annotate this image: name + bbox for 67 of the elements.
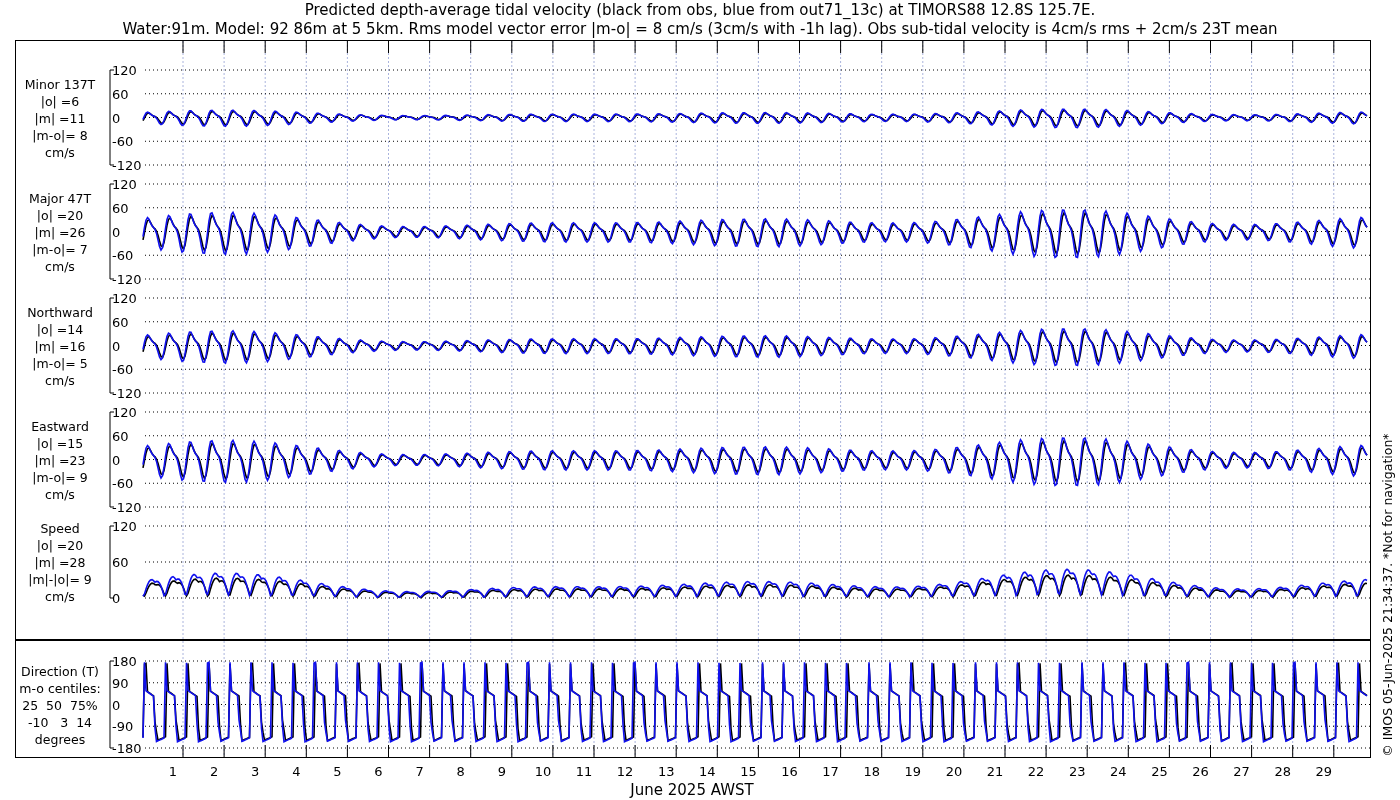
x-tick-label: 15 <box>740 764 757 779</box>
panel-label: Northward |o| =14 |m| =16 |m-o|= 5 cm/s <box>27 304 93 388</box>
y-tick-label: -60 <box>112 476 134 492</box>
x-tick-label: 16 <box>781 764 798 779</box>
x-tick-label: 19 <box>904 764 922 779</box>
y-tick-label: 120 <box>112 63 137 78</box>
x-tick-label: 23 <box>1068 764 1086 779</box>
y-tick-label: 120 <box>112 405 137 420</box>
x-tick-label: 6 <box>374 764 383 779</box>
x-tick-label: 24 <box>1110 764 1127 779</box>
panel-label: Speed |o| =20 |m| =28 |m|-|o|= 9 cm/s <box>28 521 92 604</box>
x-tick-label: 27 <box>1233 764 1250 779</box>
x-tick-label: 13 <box>657 764 675 779</box>
x-tick-label: 12 <box>616 764 634 779</box>
x-tick-label: 29 <box>1315 764 1333 779</box>
x-tick-label: 28 <box>1274 764 1291 779</box>
y-tick-label: 0 <box>112 591 121 606</box>
panel-label: Minor 137T |o| =6 |m| =11 |m-o|= 8 cm/s <box>24 76 96 160</box>
y-tick-label: 0 <box>112 110 121 126</box>
x-tick-label: 1 <box>168 764 178 779</box>
y-tick-label: -120 <box>112 158 142 173</box>
y-tick-label: 0 <box>112 452 121 468</box>
y-tick-label: -60 <box>112 362 134 378</box>
x-tick-label: 9 <box>497 764 506 779</box>
x-tick-label: 2 <box>209 764 219 779</box>
y-tick-label: 60 <box>112 200 129 216</box>
copyright-note: © IMOS 05-Jun-2025 21:34:37. *Not for navigation* <box>1380 433 1395 757</box>
x-tick-label: 21 <box>986 764 1004 779</box>
y-tick-label: 0 <box>112 338 121 354</box>
y-tick-label: -180 <box>112 741 142 756</box>
y-tick-label: 60 <box>112 555 129 570</box>
y-tick-label: 120 <box>112 177 137 192</box>
x-tick-label: 26 <box>1192 764 1209 779</box>
y-tick-label: 120 <box>112 519 137 534</box>
y-tick-label: -120 <box>112 500 142 515</box>
y-tick-label: 120 <box>112 291 137 306</box>
panel-label: Direction (T) m-o centiles: 25 50 75% -10 3 14 degrees <box>19 663 101 747</box>
x-tick-label: 8 <box>456 764 465 779</box>
x-tick-label: 5 <box>333 764 342 779</box>
x-tick-label: 7 <box>415 764 424 779</box>
y-tick-label: -120 <box>112 272 142 287</box>
chart-title: Predicted depth-average tidal velocity (black from obs, blue from out71_13c) at TIMORS88 12.8S 125.7E. <box>304 1 1096 19</box>
y-tick-label: 0 <box>112 697 121 713</box>
y-tick-label: 60 <box>112 86 129 102</box>
y-tick-label: -60 <box>112 134 134 150</box>
y-tick-label: 180 <box>112 654 137 669</box>
x-tick-label: 22 <box>1027 764 1045 779</box>
panel-label: Major 47T |o| =20 |m| =26 |m-o|= 7 cm/s <box>28 190 92 274</box>
chart-title: Water:91m. Model: 92 86m at 5 5km. Rms model vector error |m-o| = 8 cm/s (3cm/s with -1h lag). Obs sub-tidal velocity is 4cm/s rms + 2cm/s 23T mean <box>122 20 1278 38</box>
x-tick-label: 3 <box>251 764 260 779</box>
x-tick-label: 14 <box>699 764 716 779</box>
x-tick-label: 4 <box>292 764 301 779</box>
y-tick-label: 0 <box>112 224 121 240</box>
x-tick-label: 11 <box>575 764 593 779</box>
y-tick-label: 60 <box>112 428 129 444</box>
y-tick-label: 60 <box>112 314 129 330</box>
y-tick-label: -60 <box>112 248 134 264</box>
x-axis-label: June 2025 AWST <box>630 781 754 799</box>
y-tick-label: -90 <box>112 719 134 735</box>
x-tick-label: 18 <box>863 764 880 779</box>
x-tick-label: 10 <box>534 764 552 779</box>
x-tick-label: 25 <box>1151 764 1168 779</box>
y-tick-label: 90 <box>112 675 129 691</box>
y-tick-label: -120 <box>112 386 142 401</box>
x-tick-label: 17 <box>822 764 839 779</box>
x-tick-label: 20 <box>945 764 963 779</box>
panel-label: Eastward |o| =15 |m| =23 |m-o|= 9 cm/s <box>31 418 89 502</box>
